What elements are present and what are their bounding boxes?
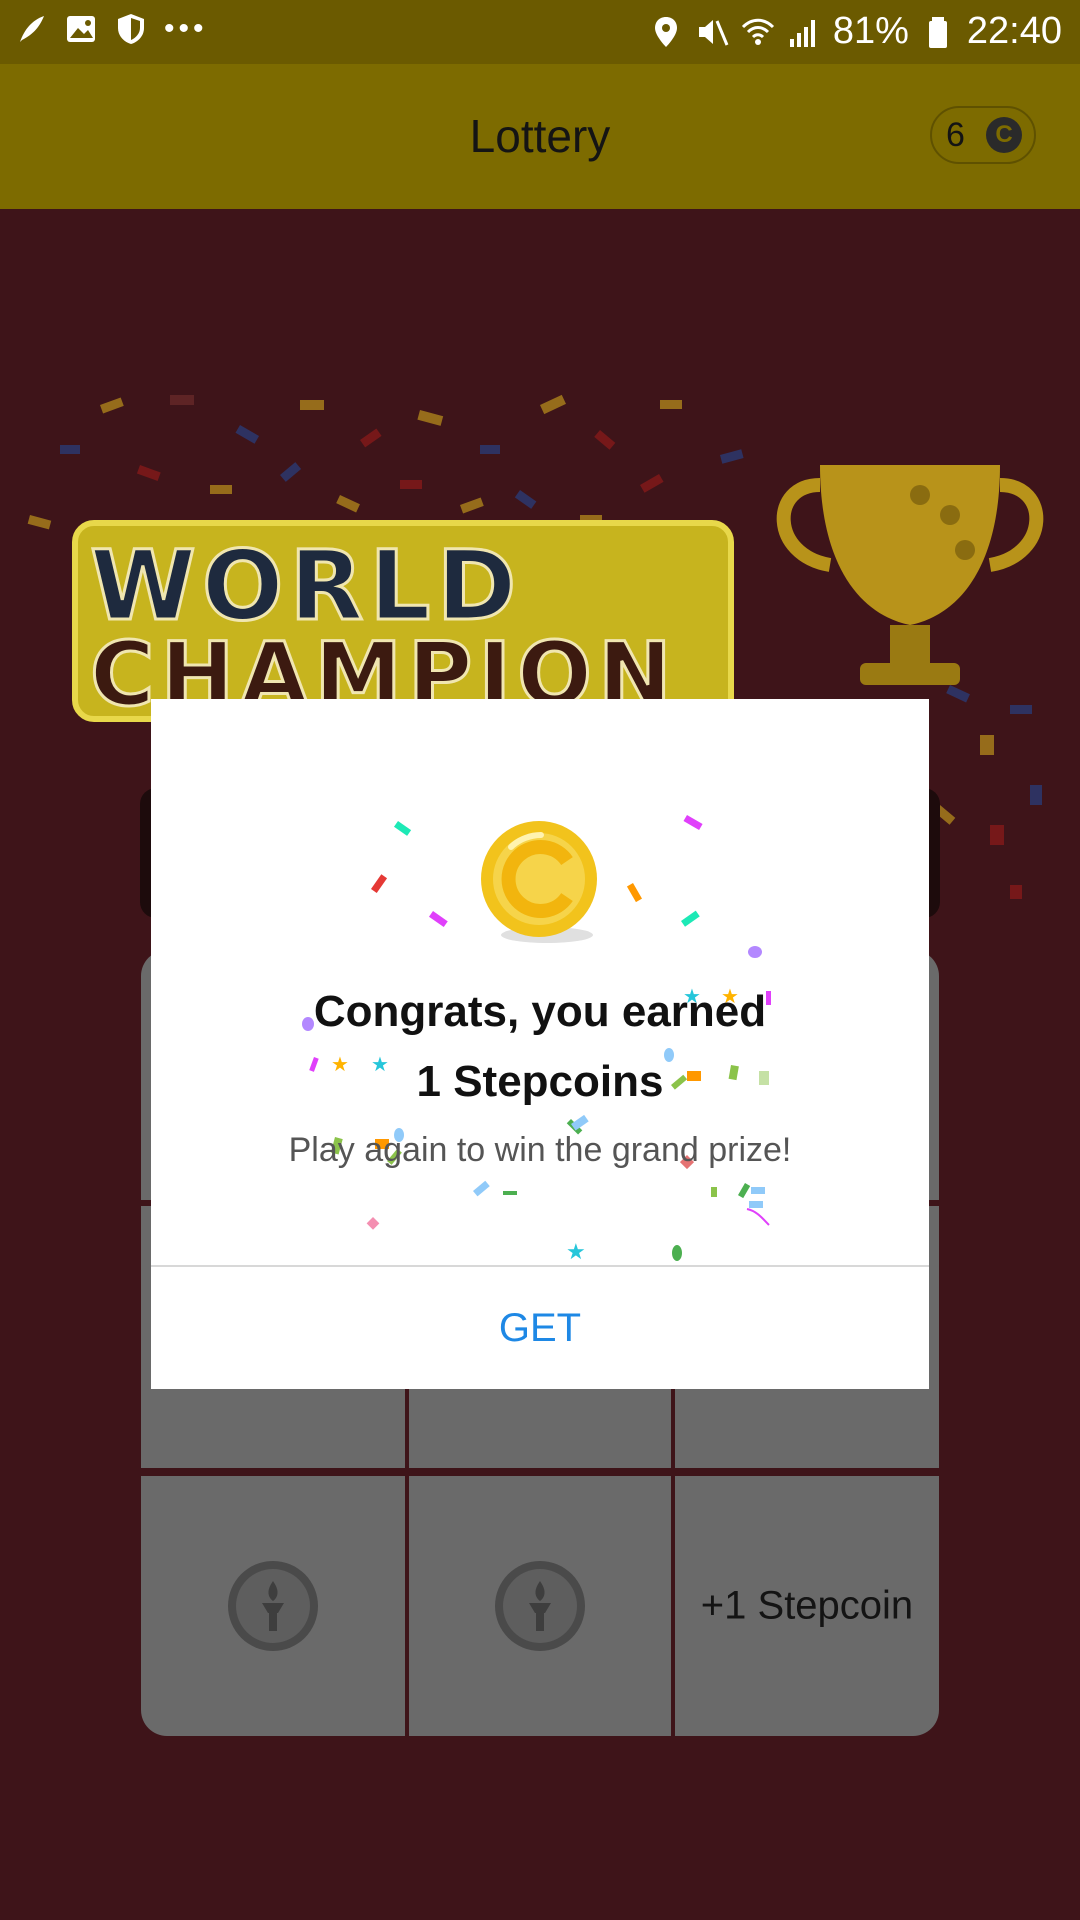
grid-cell-prize[interactable]: +1 Stepcoin bbox=[675, 1476, 939, 1736]
app-bar: Lottery 6 C bbox=[0, 64, 1080, 209]
wifi-icon bbox=[741, 18, 774, 45]
grid-cell-torch[interactable] bbox=[409, 1476, 671, 1736]
battery-icon bbox=[928, 16, 947, 48]
page-title: Lottery bbox=[469, 110, 611, 162]
svg-text:★: ★ bbox=[566, 1240, 586, 1265]
reward-subtitle: Play again to win the grand prize! bbox=[288, 1131, 792, 1169]
coin-icon: C bbox=[986, 117, 1022, 153]
signal-icon bbox=[789, 19, 815, 47]
clock: 22:40 bbox=[966, 10, 1062, 52]
reward-dialog: ★ ★ ★ ★ ★ Congrats, you earned 1 Stepcoi… bbox=[151, 699, 929, 1389]
status-right-icons: 81% 22:40 bbox=[649, 10, 1062, 53]
torch-coin-icon bbox=[228, 1561, 318, 1651]
image-icon bbox=[67, 16, 95, 42]
coin-count: 6 bbox=[946, 115, 965, 154]
status-left-icons: ••• bbox=[14, 12, 208, 46]
status-bar: ••• 81% 22:40 bbox=[0, 0, 1080, 64]
reward-title-line-1: Congrats, you earned bbox=[313, 987, 767, 1036]
location-icon bbox=[654, 16, 677, 47]
grid-cell-torch[interactable] bbox=[141, 1476, 405, 1736]
torch-coin-icon bbox=[495, 1561, 585, 1651]
trophy-icon bbox=[776, 465, 1044, 685]
stepcoin-icon bbox=[481, 821, 597, 943]
prize-label: +1 Stepcoin bbox=[700, 1583, 914, 1628]
feather-icon bbox=[20, 16, 44, 42]
mute-icon bbox=[698, 19, 729, 46]
reward-title: Congrats, you earned 1 Stepcoins bbox=[151, 977, 929, 1117]
coin-balance-badge[interactable]: 6 C bbox=[930, 106, 1036, 164]
more-dots-icon: ••• bbox=[164, 12, 208, 45]
get-button[interactable]: GET bbox=[151, 1267, 929, 1389]
reward-title-line-2: 1 Stepcoins bbox=[416, 1057, 664, 1106]
battery-percent: 81% bbox=[832, 10, 909, 52]
shield-icon bbox=[118, 14, 144, 44]
